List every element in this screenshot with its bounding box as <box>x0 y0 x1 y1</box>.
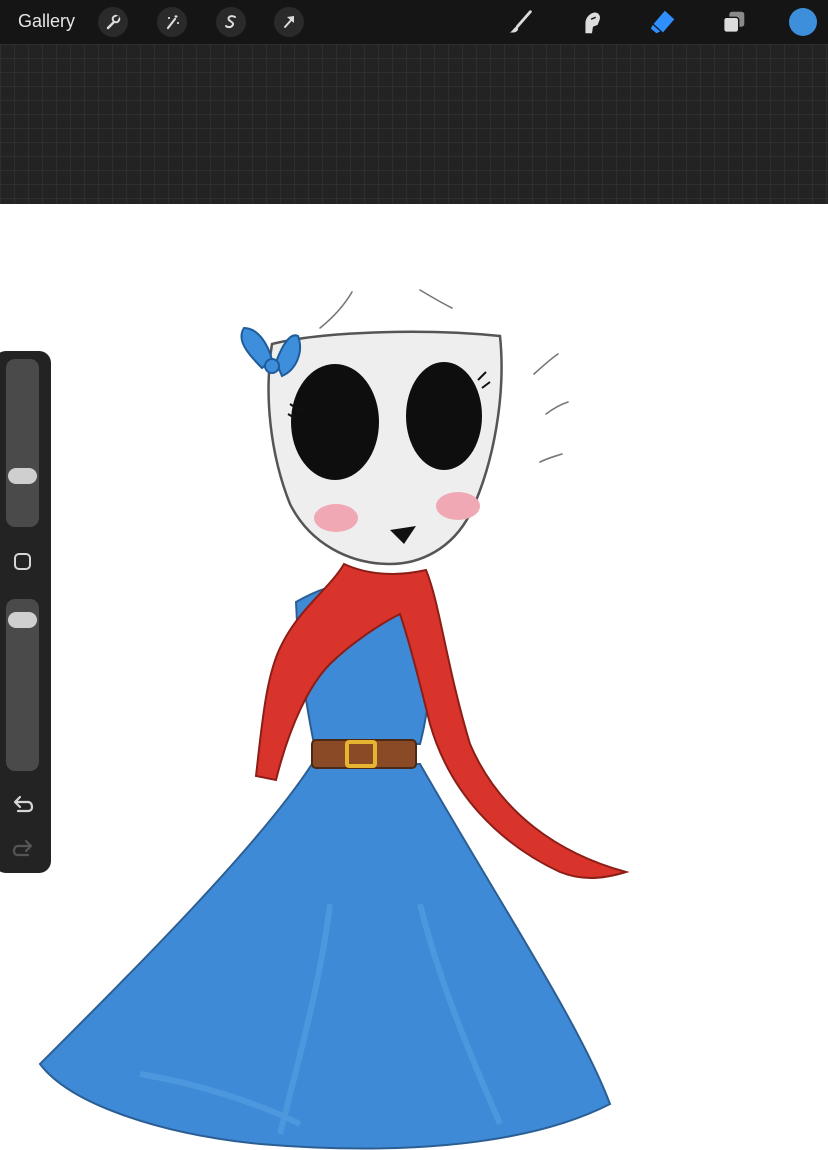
actions-button[interactable] <box>98 7 128 37</box>
wrench-icon <box>106 14 121 30</box>
mask-eye-left <box>291 364 379 480</box>
redo-button[interactable] <box>10 837 36 861</box>
redo-arrow-icon <box>12 839 33 857</box>
layers-button[interactable] <box>718 6 750 38</box>
mask-blush-right <box>436 492 480 520</box>
artwork <box>38 289 630 1150</box>
opacity-slider[interactable] <box>6 599 39 771</box>
top-toolbar: Gallery <box>0 0 828 44</box>
undo-button[interactable] <box>10 793 36 817</box>
dress-belt <box>311 739 417 769</box>
eraser-button[interactable] <box>647 6 679 38</box>
layers-icon <box>722 11 745 34</box>
workspace-background <box>0 44 828 204</box>
eraser-icon <box>650 10 675 34</box>
brush-size-slider-thumb[interactable] <box>8 467 37 484</box>
mask-eye-right <box>406 362 482 470</box>
adjustments-button[interactable] <box>157 7 187 37</box>
smudge-button[interactable] <box>576 6 608 38</box>
gallery-button[interactable]: Gallery <box>18 11 75 32</box>
arrow-cursor-icon <box>284 16 294 28</box>
selection-button[interactable] <box>216 7 246 37</box>
left-sidebar <box>0 351 51 873</box>
selection-s-icon <box>225 15 236 29</box>
transform-button[interactable] <box>274 7 304 37</box>
modify-button[interactable] <box>14 553 31 570</box>
drawing-canvas[interactable] <box>0 204 828 1150</box>
brush-button[interactable] <box>505 6 537 38</box>
undo-arrow-icon <box>13 795 34 813</box>
magic-wand-icon <box>166 15 179 30</box>
brush-size-slider[interactable] <box>6 359 39 527</box>
opacity-slider-thumb[interactable] <box>8 611 37 628</box>
brush-icon <box>509 10 532 33</box>
color-picker-button[interactable] <box>789 8 817 36</box>
smudge-finger-icon <box>585 12 600 34</box>
mask-blush-left <box>314 504 358 532</box>
